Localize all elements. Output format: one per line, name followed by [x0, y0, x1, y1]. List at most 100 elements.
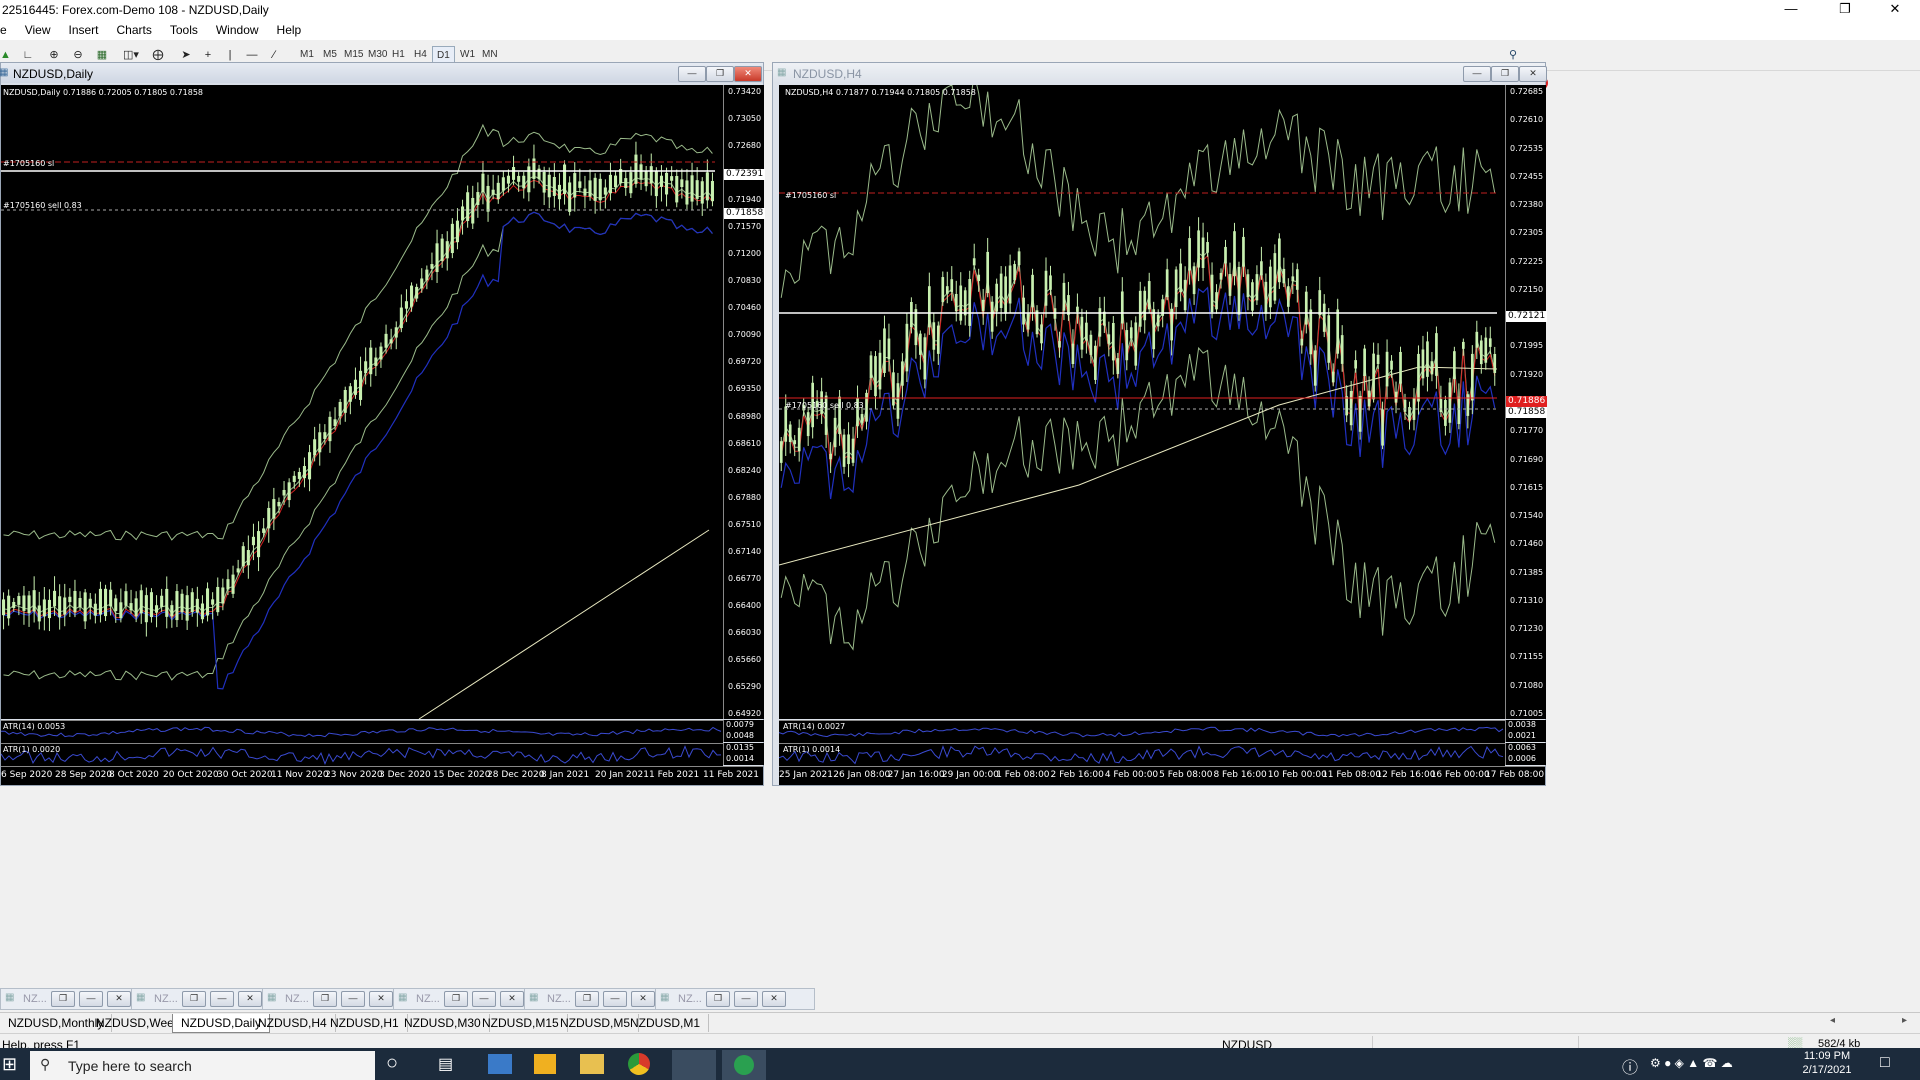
candle-body: [374, 357, 378, 366]
minimized-close-button[interactable]: ✕: [762, 991, 786, 1007]
atr1-line-h4: [779, 745, 1504, 765]
candle-body: [1013, 264, 1016, 281]
atr14-label-h4: ATR(14) 0.0027: [783, 722, 846, 731]
close-button[interactable]: ✕: [1872, 0, 1918, 20]
candle-body: [598, 178, 602, 201]
price-tick-label: 0.70830: [728, 276, 762, 286]
restore-button[interactable]: ❐: [1822, 0, 1868, 20]
taskbar-date[interactable]: 2/17/2021: [1792, 1064, 1862, 1076]
menu-insert[interactable]: Insert: [59, 20, 107, 37]
candle-body: [665, 172, 669, 195]
metatrader-icon[interactable]: [722, 1050, 766, 1080]
chart-tab[interactable]: NZDUSD,H1: [322, 1014, 408, 1032]
atr14-panel-h4[interactable]: ATR(14) 0.0027: [779, 720, 1505, 743]
app-icon-power[interactable]: [534, 1054, 556, 1074]
tab-scroll-right-icon[interactable]: ▸: [1902, 1015, 1907, 1026]
candle-body: [950, 279, 954, 293]
price-plot-h4[interactable]: NZDUSD,H4 0.71877 0.71944 0.71805 0.7185…: [779, 85, 1505, 719]
candle-body: [200, 603, 204, 620]
candle-body: [806, 412, 810, 437]
menu-charts[interactable]: Charts: [108, 20, 161, 37]
menu-tools[interactable]: Tools: [161, 20, 207, 37]
minimized-windows-bar: ▦ NZ... ❐ — ✕ ▦ NZ... ❐ — ✕ ▦ NZ... ❐ — ✕ ▦ NZ... ❐ — ✕ ▦ NZ.…: [0, 986, 1920, 1010]
price-tick-label: 0.71995: [1510, 341, 1544, 351]
candle-body: [32, 590, 36, 612]
candle-body: [104, 588, 108, 617]
time-tick-label: 11 Feb 2021: [703, 770, 760, 780]
minimized-restore-button[interactable]: ❐: [444, 991, 468, 1007]
price-tick-label: 0.68610: [728, 438, 762, 448]
candle-body: [1349, 391, 1353, 426]
bid-price-h4: 0.71858: [1506, 407, 1548, 418]
minimized-minimize-button[interactable]: —: [210, 991, 234, 1007]
minimized-restore-button[interactable]: ❐: [575, 991, 599, 1007]
minimized-close-button[interactable]: ✕: [238, 991, 262, 1007]
candle-body: [923, 337, 927, 380]
candle-body: [593, 177, 597, 201]
time-tick-label: 11 Feb 08:00: [1322, 770, 1382, 780]
atr14-panel-daily[interactable]: ATR(14) 0.0053: [1, 720, 723, 743]
task-view-icon[interactable]: ▤: [438, 1054, 453, 1074]
candle-body: [919, 333, 922, 355]
chart-restore-button[interactable]: ❐: [706, 66, 734, 82]
minimized-restore-button[interactable]: ❐: [313, 991, 337, 1007]
candle-body: [977, 274, 981, 282]
candle-body: [910, 301, 913, 327]
notifications-icon[interactable]: □: [1880, 1054, 1890, 1072]
chart-restore-button-h4[interactable]: ❐: [1491, 66, 1519, 82]
candle-body: [251, 536, 255, 546]
candle-body: [887, 338, 891, 360]
taskbar-time[interactable]: 11:09 PM: [1792, 1050, 1862, 1062]
stop-loss-label: #1705160 sl: [3, 159, 55, 168]
minimize-button[interactable]: —: [1768, 0, 1814, 20]
minimized-minimize-button[interactable]: —: [341, 991, 365, 1007]
file-explorer-icon[interactable]: [580, 1054, 604, 1074]
minimized-minimize-button[interactable]: —: [734, 991, 758, 1007]
chart-minimize-button-h4[interactable]: —: [1463, 66, 1491, 82]
taskbar-search[interactable]: ⚲ Type here to search: [30, 1051, 375, 1080]
time-tick-label: 12 Feb 16:00: [1376, 770, 1436, 780]
chart-icon: ▦: [0, 67, 9, 78]
minimized-chart-window[interactable]: ▦ NZ... ❐ — ✕: [655, 988, 815, 1010]
minimized-restore-button[interactable]: ❐: [706, 991, 730, 1007]
time-tick-label: 1 Feb 08:00: [996, 770, 1050, 780]
atr1-panel-h4[interactable]: ATR(1) 0.0014: [779, 743, 1505, 766]
minimized-restore-button[interactable]: ❐: [51, 991, 75, 1007]
candle-body: [262, 528, 266, 533]
tray-icons[interactable]: ⚙ ● ◈ ▲ ☎ ☁: [1650, 1056, 1733, 1070]
price-tick-label: 0.71385: [1510, 567, 1544, 577]
tab-scroll-left-icon[interactable]: ◂: [1830, 1015, 1835, 1026]
chart-close-button[interactable]: ✕: [734, 66, 762, 82]
atr-line: [779, 745, 1504, 765]
minimized-minimize-button[interactable]: —: [472, 991, 496, 1007]
menu-view[interactable]: View: [16, 20, 60, 37]
app-icon-active[interactable]: [672, 1050, 716, 1080]
minimized-minimize-button[interactable]: —: [79, 991, 103, 1007]
chart-minimize-button[interactable]: —: [678, 66, 706, 82]
candle-body: [1206, 242, 1209, 253]
minimized-close-button[interactable]: ✕: [107, 991, 131, 1007]
minimized-close-button[interactable]: ✕: [500, 991, 524, 1007]
candle-body: [1058, 341, 1061, 348]
candle-body: [685, 180, 689, 205]
price-plot-daily[interactable]: NZDUSD,Daily 0.71886 0.72005 0.71805 0.7…: [1, 85, 723, 719]
price-axis-h4: 0.72685 0.72610 0.72535 0.72455 0.72380 0.723…: [1505, 85, 1548, 719]
cortana-icon[interactable]: ○: [386, 1052, 398, 1075]
help-icon[interactable]: ⓘ: [1622, 1054, 1638, 1078]
chart-close-button-h4[interactable]: ✕: [1519, 66, 1547, 82]
minimized-restore-button[interactable]: ❐: [182, 991, 206, 1007]
chart-tab[interactable]: NZDUSD,M1: [622, 1014, 710, 1032]
candle-body: [399, 307, 403, 329]
menu-window[interactable]: Window: [207, 20, 268, 37]
minimized-close-button[interactable]: ✕: [369, 991, 393, 1007]
minimized-close-button[interactable]: ✕: [631, 991, 655, 1007]
windows-start-icon[interactable]: ⊞: [2, 1054, 17, 1075]
price-tick-label: 0.72610: [1510, 115, 1544, 125]
stop-loss-price: 0.72391: [724, 169, 766, 180]
app-icon-display[interactable]: [488, 1054, 512, 1074]
atr1-panel-daily[interactable]: ATR(1) 0.0020: [1, 743, 723, 766]
chrome-icon[interactable]: [628, 1053, 650, 1075]
menu-help[interactable]: Help: [268, 20, 311, 37]
menu-file[interactable]: e: [0, 20, 16, 37]
minimized-minimize-button[interactable]: —: [603, 991, 627, 1007]
